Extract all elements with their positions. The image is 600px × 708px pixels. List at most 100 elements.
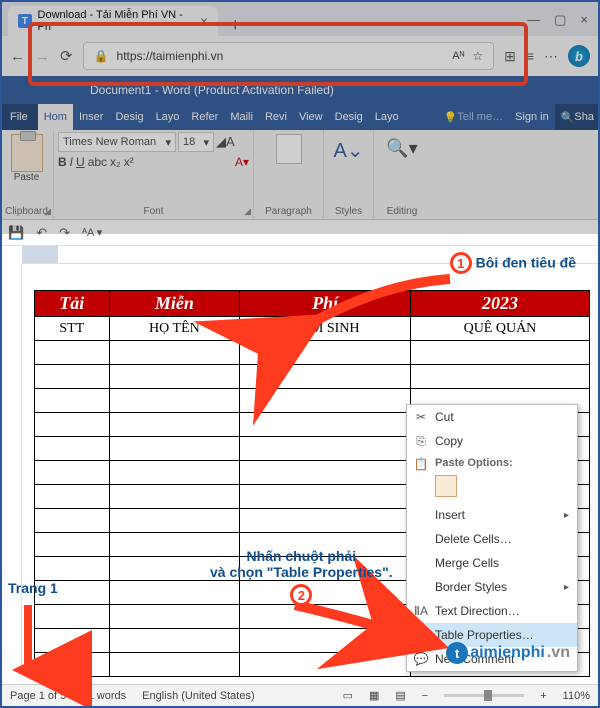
extensions-icon[interactable]: ⊞ <box>504 48 516 65</box>
font-family-select[interactable]: Times New Roman▾ <box>58 132 176 152</box>
tab-table-layout[interactable]: Layo <box>369 104 405 130</box>
browser-tab-strip: T Download - Tải Miễn Phí VN - Ph × + — … <box>0 0 600 36</box>
find-icon[interactable]: 🔍▾ <box>386 138 417 159</box>
minimize-icon[interactable]: — <box>527 12 540 28</box>
back-icon[interactable]: ← <box>10 48 25 65</box>
sub-button[interactable]: x₂ <box>110 155 121 169</box>
strike-button[interactable]: abc <box>88 155 107 169</box>
ribbon: Paste Clipboard ◢ Times New Roman▾ 18▾ ◢… <box>0 130 600 220</box>
styles-icon[interactable]: A⌄ <box>333 138 363 163</box>
font-size-select[interactable]: 18▾ <box>178 132 214 152</box>
share-button[interactable]: 🔍 Sha <box>555 104 600 130</box>
maximize-icon[interactable]: ▢ <box>554 12 566 28</box>
callout-step2: Nhấn chuột phải và chọn "Table Propertie… <box>210 548 393 606</box>
tab-insert[interactable]: Inser <box>73 104 109 130</box>
close-tab-icon[interactable]: × <box>200 13 208 29</box>
chevron-right-icon: ▸ <box>564 582 569 593</box>
arrow-1 <box>300 274 460 339</box>
zoom-in-icon[interactable]: + <box>540 690 546 702</box>
tab-view[interactable]: View <box>293 104 329 130</box>
callout-page: Trang 1 <box>8 580 58 596</box>
table-cell[interactable]: HỌ TÊN <box>109 317 240 341</box>
status-words[interactable]: 11 words <box>82 690 126 702</box>
ctx-merge-cells[interactable]: Merge Cells <box>407 551 577 575</box>
status-bar: Page 1 of 5 11 words English (United Sta… <box>2 684 598 706</box>
tab-design[interactable]: Desig <box>109 104 149 130</box>
paste-icon[interactable] <box>11 134 43 172</box>
lock-icon: 🔒 <box>94 49 109 63</box>
word-titlebar: Document1 - Word (Product Activation Fai… <box>0 76 600 104</box>
zoom-slider[interactable] <box>444 694 524 697</box>
ctx-insert[interactable]: Insert▸ <box>407 503 577 527</box>
copy-icon: ⎘ <box>413 434 429 449</box>
ctx-paste-label: 📋Paste Options: <box>407 453 577 471</box>
group-styles: A⌄ Styles <box>324 130 374 219</box>
dialog-launcher-icon[interactable]: ◢ <box>44 206 51 217</box>
tell-me[interactable]: 💡 Tell me… <box>438 104 510 130</box>
reader-icon[interactable]: Aᴺ <box>452 50 464 62</box>
zoom-out-icon[interactable]: − <box>422 690 428 702</box>
table-row <box>35 341 590 365</box>
tab-title: Download - Tải Miễn Phí VN - Ph <box>38 9 194 33</box>
ribbon-tabs: File Hom Inser Desig Layo Refer Maili Re… <box>0 104 600 130</box>
tab-review[interactable]: Revi <box>259 104 293 130</box>
forward-icon[interactable]: → <box>35 48 50 65</box>
close-window-icon[interactable]: × <box>580 12 588 28</box>
site-icon: T <box>18 14 32 28</box>
chevron-right-icon: ▸ <box>564 510 569 521</box>
tab-layout[interactable]: Layo <box>150 104 186 130</box>
ctx-delete-cells[interactable]: Delete Cells… <box>407 527 577 551</box>
callout-step1: 1 Bôi đen tiêu đề <box>450 252 576 274</box>
new-tab-button[interactable]: + <box>222 15 249 36</box>
table-header-cell[interactable]: Tải <box>35 291 110 317</box>
italic-button[interactable]: I <box>70 155 73 169</box>
ctx-cut[interactable]: ✂Cut <box>407 405 577 429</box>
url-input[interactable]: 🔒 https://taimienphi.vn Aᴺ ☆ <box>83 42 495 70</box>
group-font: Times New Roman▾ 18▾ ◢A B I U abc x₂ x² … <box>54 130 254 219</box>
paste-button[interactable]: Paste <box>4 172 49 183</box>
browser-tab[interactable]: T Download - Tải Miễn Phí VN - Ph × <box>8 6 218 36</box>
tab-mailings[interactable]: Maili <box>224 104 259 130</box>
font-color-button[interactable]: A▾ <box>235 155 249 169</box>
ctx-copy[interactable]: ⎘Copy <box>407 429 577 453</box>
clear-format-icon[interactable]: ◢A <box>216 134 235 150</box>
url-text: https://taimienphi.vn <box>117 49 224 63</box>
sup-button[interactable]: x² <box>124 155 134 169</box>
cut-icon: ✂ <box>413 410 429 424</box>
zoom-level[interactable]: 110% <box>563 690 590 702</box>
watermark: taimienphi.vn <box>446 642 570 664</box>
collections-icon[interactable]: ≡ <box>526 48 534 64</box>
status-page[interactable]: Page 1 of 5 <box>10 690 66 702</box>
view-print-icon[interactable]: ▦ <box>369 689 379 702</box>
redo-icon[interactable]: ↷ <box>59 225 70 241</box>
ctx-paste-options[interactable] <box>407 471 577 503</box>
save-icon[interactable]: 💾 <box>8 225 24 241</box>
table-row <box>35 365 590 389</box>
group-clipboard: Paste Clipboard ◢ <box>0 130 54 219</box>
browser-address-bar: ← → ⟳ 🔒 https://taimienphi.vn Aᴺ ☆ ⊞ ≡ ⋯… <box>0 36 600 76</box>
table-cell[interactable]: STT <box>35 317 110 341</box>
paragraph-icon[interactable] <box>276 134 302 164</box>
tab-home[interactable]: Hom <box>38 104 73 130</box>
refresh-icon[interactable]: ⟳ <box>60 47 73 65</box>
dialog-launcher-icon[interactable]: ◢ <box>244 206 251 217</box>
tab-table-design[interactable]: Desig <box>329 104 369 130</box>
tab-file[interactable]: File <box>0 104 38 130</box>
undo-icon[interactable]: ↶ <box>36 225 47 241</box>
qat-font-icon[interactable]: ᴬA ▾ <box>82 226 102 239</box>
bing-icon[interactable]: b <box>568 45 590 67</box>
arrow-page <box>16 600 40 685</box>
view-web-icon[interactable]: ▤ <box>395 689 405 702</box>
bold-button[interactable]: B <box>58 155 67 169</box>
favorite-icon[interactable]: ☆ <box>472 49 483 63</box>
view-read-icon[interactable]: ▭ <box>343 689 353 702</box>
group-editing: 🔍▾ Editing <box>374 130 430 219</box>
ctx-border-styles[interactable]: Border Styles▸ <box>407 575 577 599</box>
tab-references[interactable]: Refer <box>185 104 224 130</box>
menu-icon[interactable]: ⋯ <box>544 48 558 65</box>
arrow-2 <box>290 600 440 655</box>
underline-button[interactable]: U <box>76 155 85 169</box>
sign-in[interactable]: Sign in <box>509 104 555 130</box>
table-header-cell[interactable]: Miễn <box>109 291 240 317</box>
status-language[interactable]: English (United States) <box>142 690 255 702</box>
